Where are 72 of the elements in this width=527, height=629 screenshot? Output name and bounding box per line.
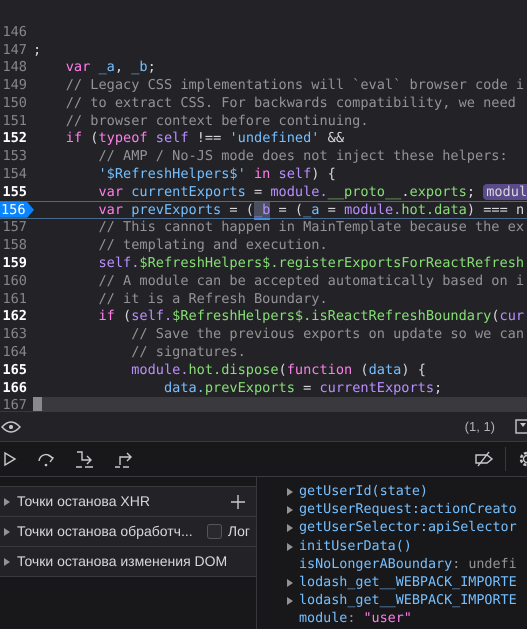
code-line: '$RefreshHelpers$' in self) { (97, 165, 336, 184)
line-number[interactable]: 165 (2, 360, 27, 380)
line-number[interactable]: 146 (2, 22, 27, 42)
line-number[interactable]: 164 (2, 342, 27, 362)
cursor-position: (1, 1) (464, 418, 495, 436)
step-in-icon[interactable] (75, 450, 95, 468)
sidebar-toggle-icon[interactable] (515, 418, 527, 434)
expand-triangle-icon[interactable] (286, 523, 294, 534)
scope-variable[interactable]: isNoLongerABoundary: undefi (286, 554, 517, 575)
add-icon[interactable] (230, 494, 246, 510)
code-line: // AMP / No-JS mode does not inject these helpers: (97, 147, 508, 166)
line-number[interactable]: 155 (2, 182, 27, 202)
code-line: if (typeof self !== 'undefined' && (64, 129, 344, 148)
code-line: // signatures. (130, 343, 246, 362)
line-number[interactable]: 163 (2, 324, 27, 345)
scope-variable[interactable]: getUserSelector:apiSelector (286, 518, 517, 539)
expand-triangle-icon[interactable] (3, 526, 11, 536)
deactivate-breakpoints-icon[interactable] (474, 451, 494, 467)
code-line: var prevExports = (_b = (_a = module.hot.data) === n (97, 200, 524, 220)
code-line: if (self.$RefreshHelpers$.isReactRefreshBoundary(cur (97, 307, 524, 326)
log-checkbox[interactable] (206, 524, 222, 539)
section-title: Точки останова XHR (17, 492, 150, 511)
step-over-icon[interactable] (36, 451, 56, 467)
section-title: Точки останова обработч... (17, 522, 193, 541)
breakpoint-section-header[interactable]: Точки останова XHR (0, 486, 256, 517)
eye-icon[interactable] (1, 420, 21, 434)
expand-triangle-icon[interactable] (286, 578, 294, 588)
step-out-icon[interactable] (114, 450, 134, 468)
section-title: Точки останова изменения DOM (17, 552, 228, 571)
code-line: // This cannot happen in MainTemplate because the ex (97, 218, 524, 238)
code-line: self.$RefreshHelpers$.registerExportsForReactRefresh (97, 254, 524, 274)
scope-variable[interactable]: getUserId(state) (286, 482, 428, 502)
line-number[interactable]: 160 (2, 270, 27, 292)
line-number[interactable]: 148 (2, 57, 27, 78)
line-number[interactable]: 158 (2, 235, 27, 256)
expand-triangle-icon[interactable] (286, 542, 294, 552)
expand-triangle-icon[interactable] (286, 596, 294, 606)
code-line: // Save the previous exports on update so we can (130, 325, 524, 344)
line-number[interactable]: 150 (2, 92, 27, 114)
code-line: data.prevExports = currentExports; (162, 378, 442, 398)
scope-variable[interactable]: lodash_get__WEBPACK_IMPORTE (286, 591, 517, 612)
code-line: ; (33, 40, 42, 60)
code-line: var _a, _b; (64, 58, 156, 78)
scope-variable[interactable]: lodash_get__WEBPACK_IMPORTE (286, 572, 517, 594)
line-number[interactable]: 153 (2, 146, 27, 167)
settings-icon[interactable] (517, 449, 527, 469)
checkbox-label: Лог (228, 522, 250, 541)
code-line: // it is a Refresh Boundary. (97, 290, 328, 309)
code-line: var currentExports = module.__proto__.exports; modul (97, 182, 527, 202)
line-number[interactable]: 147 (2, 40, 27, 60)
expand-triangle-icon[interactable] (286, 505, 294, 516)
code-line: // A module can be accepted automatically based on i (97, 272, 524, 291)
code-line: // to extract CSS. For backwards compatibility, we need (64, 94, 516, 113)
line-number[interactable]: 154 (2, 164, 27, 184)
breakpoint-section-header[interactable]: Точки останова изменения DOM (0, 546, 256, 577)
breakpoint-section-header[interactable]: Точки останова обработч... Лог (0, 516, 256, 547)
line-number[interactable]: 156 (0, 202, 34, 218)
expand-triangle-icon[interactable] (286, 487, 294, 498)
code-line: module.hot.dispose(function (data) { (130, 360, 426, 380)
line-number[interactable]: 149 (2, 75, 27, 96)
expand-triangle-icon[interactable] (3, 556, 11, 566)
code-editor[interactable] (0, 0, 527, 411)
code-line: // browser context before continuing. (64, 112, 369, 131)
expand-triangle-icon[interactable] (3, 496, 11, 506)
line-number[interactable]: 157 (2, 217, 27, 238)
scope-variable[interactable]: initUserData() (286, 536, 412, 557)
scope-variable[interactable]: module: "user" (286, 609, 412, 629)
code-line: // templating and execution. (97, 236, 328, 256)
play-icon[interactable] (3, 451, 17, 467)
code-line: // Legacy CSS implementations will `eval` browser code i (64, 76, 524, 96)
line-number[interactable]: 159 (2, 253, 27, 274)
scope-variable[interactable]: getUserRequest:actionCreato (286, 500, 517, 520)
